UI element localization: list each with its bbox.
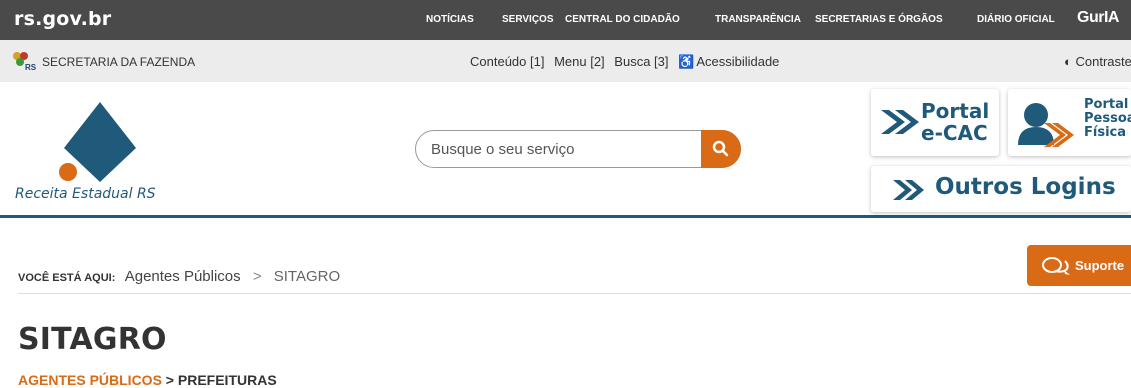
sub-separator: >: [165, 372, 174, 388]
suporte-button[interactable]: Suporte: [1027, 245, 1131, 286]
nav-servicos[interactable]: SERVIÇOS: [502, 14, 554, 25]
breadcrumb-label: VOCÊ ESTÁ AQUI:: [18, 272, 116, 284]
accessibility-icon: ♿: [678, 54, 695, 69]
link-conteudo[interactable]: Conteúdo [1]: [470, 54, 544, 69]
receita-logo-icon[interactable]: [40, 100, 140, 190]
nav-central-cidadao[interactable]: CENTRAL DO CIDADÃO: [565, 14, 680, 25]
link-busca[interactable]: Busca [3]: [614, 54, 668, 69]
nav-diario-oficial[interactable]: DIÁRIO OFICIAL: [977, 14, 1055, 25]
double-chevron-icon: [881, 110, 919, 134]
breadcrumb-separator: >: [252, 268, 262, 285]
ecac-line1: Portal: [921, 99, 990, 123]
accessibility-links: Conteúdo [1] Menu [2] Busca [3] ♿ Acessib…: [470, 54, 785, 70]
secretaria-bar: RS SECRETARIA DA FAZENDA Conteúdo [1] Me…: [0, 40, 1131, 82]
portal-pessoa-fisica-card[interactable]: Portal Pessoa Física: [1008, 89, 1131, 156]
contrast-label: Contraste: [1075, 54, 1131, 69]
nav-transparencia[interactable]: TRANSPARÊNCIA: [715, 14, 801, 25]
site-brand[interactable]: rs.gov.br: [14, 8, 111, 30]
chat-icon: [1042, 257, 1070, 275]
breadcrumb-item-current: SITAGRO: [273, 268, 341, 285]
pf-line3: Física: [1084, 125, 1127, 140]
breadcrumb-item-agentes[interactable]: Agentes Públicos: [125, 268, 241, 285]
contrast-toggle[interactable]: ◐ Contraste: [1064, 54, 1131, 69]
sefaz-logo-icon: RS: [13, 52, 36, 71]
pf-line2: Pessoa: [1084, 111, 1131, 126]
double-chevron-icon: [893, 180, 924, 200]
ecac-line2: e-CAC: [921, 121, 988, 145]
suporte-label: Suporte: [1075, 258, 1125, 273]
sub-breadcrumb: AGENTES PÚBLICOS > PREFEITURAS: [18, 372, 277, 388]
search-icon: [712, 140, 729, 157]
receita-logo-text: Receita Estadual RS: [15, 186, 156, 202]
nav-secretarias-orgaos[interactable]: SECRETARIAS E ÓRGÃOS: [815, 14, 943, 25]
secretaria-name[interactable]: SECRETARIA DA FAZENDA: [42, 55, 195, 69]
link-menu[interactable]: Menu [2]: [554, 54, 605, 69]
logo-rs-text: RS: [25, 63, 36, 71]
contrast-icon: ◐: [1064, 54, 1072, 69]
link-acessibilidade[interactable]: Acessibilidade: [696, 54, 779, 69]
person-icon: [1018, 103, 1074, 147]
portal-ecac-card[interactable]: Portal e-CAC: [871, 89, 999, 156]
outros-logins-card[interactable]: Outros Logins: [871, 166, 1131, 212]
divider: [18, 293, 1131, 294]
search-button[interactable]: [701, 130, 741, 168]
page-title: SITAGRO: [18, 322, 167, 357]
breadcrumb: VOCÊ ESTÁ AQUI: Agentes Públicos > SITAG…: [18, 268, 340, 285]
search-input[interactable]: Busque o seu serviço: [431, 141, 574, 158]
site-header: Receita Estadual RS Busque o seu serviço…: [0, 82, 1131, 218]
search-box[interactable]: Busque o seu serviço: [415, 130, 741, 168]
gurla-link[interactable]: GurIA: [1077, 9, 1119, 27]
pf-line1: Portal: [1084, 97, 1129, 112]
sub-link-agentes[interactable]: AGENTES PÚBLICOS: [18, 372, 162, 388]
sub-prefeituras: PREFEITURAS: [177, 372, 277, 388]
nav-noticias[interactable]: NOTÍCIAS: [426, 14, 474, 25]
outros-logins-label: Outros Logins: [935, 174, 1116, 200]
top-bar: rs.gov.br NOTÍCIAS SERVIÇOS CENTRAL DO C…: [0, 0, 1131, 40]
